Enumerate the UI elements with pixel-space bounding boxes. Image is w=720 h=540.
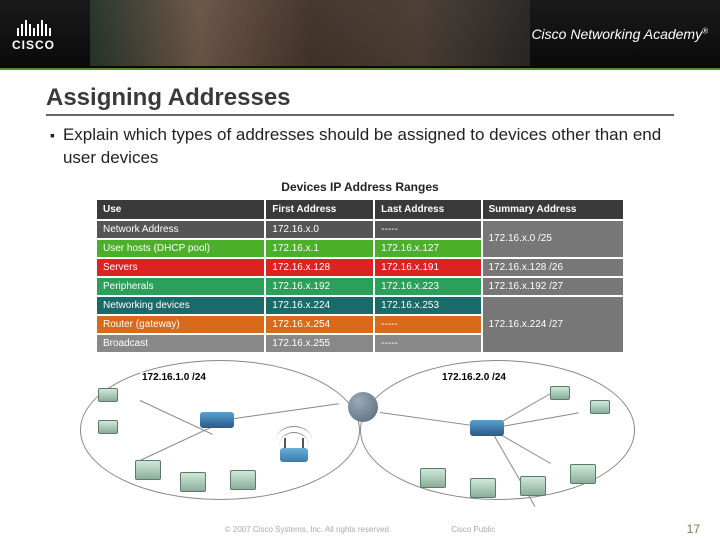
table-title: Devices IP Address Ranges	[95, 180, 625, 194]
router-icon	[348, 392, 378, 422]
printer-icon	[590, 400, 610, 414]
th-first: First Address	[266, 200, 373, 219]
pc-icon	[420, 468, 446, 488]
switch-icon	[200, 412, 234, 428]
summary-3: 172.16.x.224 /27	[483, 297, 624, 352]
table-header-row: Use First Address Last Address Summary A…	[97, 200, 623, 219]
slide-footer: © 2007 Cisco Systems, Inc. All rights re…	[0, 525, 720, 534]
footer-classification: Cisco Public	[451, 525, 495, 534]
subnet-label-1: 172.16.1.0 /24	[140, 372, 208, 383]
network-diagram: 172.16.1.0 /24 172.16.2.0 /24	[80, 360, 640, 510]
pc-icon	[470, 478, 496, 498]
access-point-icon	[280, 448, 308, 462]
server-icon	[98, 420, 118, 434]
table-row: Peripherals 172.16.x.192 172.16.x.223 17…	[97, 278, 623, 295]
cisco-logo-bars-icon	[17, 16, 51, 36]
th-summary: Summary Address	[483, 200, 624, 219]
academy-label: Cisco Networking Academy®	[531, 26, 708, 42]
ip-table-wrap: Devices IP Address Ranges Use First Addr…	[95, 180, 625, 354]
summary-2: 172.16.x.192 /27	[483, 278, 624, 295]
pc-icon	[570, 464, 596, 484]
table-row: Network Address 172.16.x.0 ----- 172.16.…	[97, 221, 623, 238]
page-number: 17	[687, 522, 700, 536]
footer-copyright: © 2007 Cisco Systems, Inc. All rights re…	[225, 525, 391, 534]
server-icon	[98, 388, 118, 402]
ip-ranges-table: Use First Address Last Address Summary A…	[95, 198, 625, 354]
cisco-logo: CISCO	[12, 16, 55, 52]
switch-icon	[470, 420, 504, 436]
slide-title: Assigning Addresses	[46, 84, 674, 116]
pc-icon	[520, 476, 546, 496]
bullet-square-icon: ▪	[50, 124, 55, 170]
cisco-wordmark: CISCO	[12, 38, 55, 52]
slide-banner: CISCO Cisco Networking Academy®	[0, 0, 720, 70]
table-row: Networking devices 172.16.x.224 172.16.x…	[97, 297, 623, 314]
pc-icon	[135, 460, 161, 480]
th-last: Last Address	[375, 200, 480, 219]
slide-content: Assigning Addresses ▪ Explain which type…	[0, 70, 720, 510]
banner-photo-strip	[90, 0, 530, 66]
summary-1: 172.16.x.128 /26	[483, 259, 624, 276]
table-row: Servers 172.16.x.128 172.16.x.191 172.16…	[97, 259, 623, 276]
th-use: Use	[97, 200, 264, 219]
summary-0: 172.16.x.0 /25	[483, 221, 624, 257]
bullet-text: Explain which types of addresses should …	[63, 124, 674, 170]
pc-icon	[180, 472, 206, 492]
pc-icon	[230, 470, 256, 490]
subnet-oval-1	[80, 360, 360, 500]
subnet-label-2: 172.16.2.0 /24	[440, 372, 508, 383]
server-icon	[550, 386, 570, 400]
bullet-item: ▪ Explain which types of addresses shoul…	[50, 124, 674, 170]
